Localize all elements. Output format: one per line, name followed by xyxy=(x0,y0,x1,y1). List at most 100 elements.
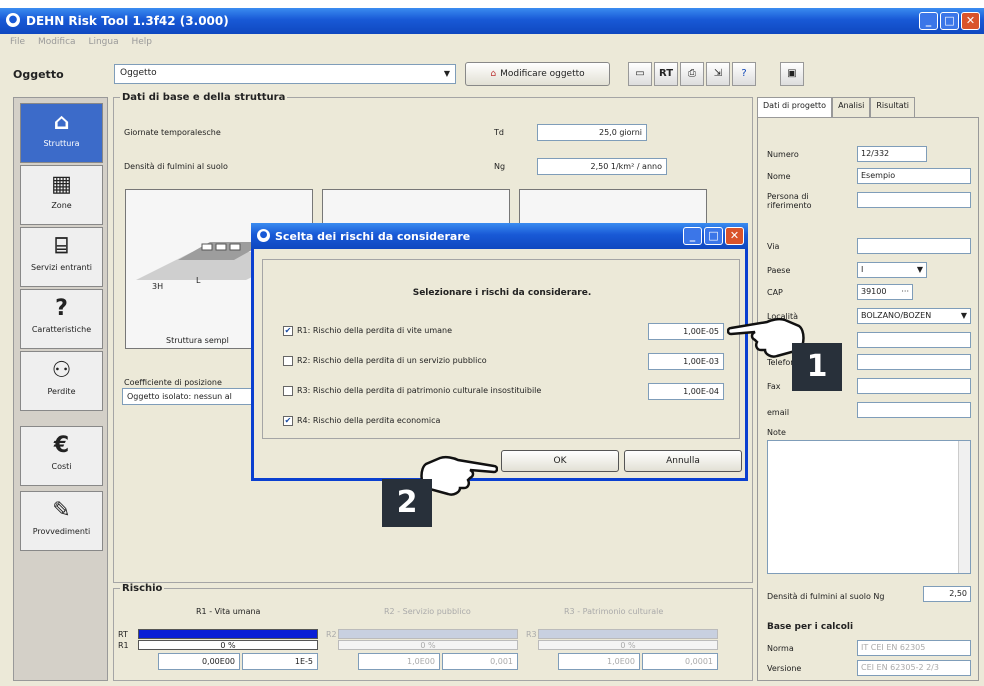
ok-button[interactable]: OK xyxy=(501,450,619,472)
tab-risultati[interactable]: Risultati xyxy=(870,97,915,117)
label-paese: Paese xyxy=(767,266,791,275)
field-persona[interactable] xyxy=(857,192,971,208)
localita-value: BOLZANO/BOZEN xyxy=(861,311,932,320)
close-icon[interactable]: ✕ xyxy=(725,227,744,245)
print-icon[interactable]: ⎙ xyxy=(680,62,704,86)
density-symbol: Ng xyxy=(494,162,506,171)
tab-analisi[interactable]: Analisi xyxy=(832,97,871,117)
sidebar-item-zone[interactable]: ▦ Zone xyxy=(20,165,103,225)
menu-help[interactable]: Help xyxy=(131,37,152,47)
r1-threshold[interactable]: 1,00E-05 xyxy=(648,323,724,340)
field-nome[interactable]: Esempio xyxy=(857,168,971,184)
field-versione[interactable]: CEI EN 62305-2 2/3 xyxy=(857,660,971,676)
field-density[interactable]: 2,50 xyxy=(923,586,971,602)
r1-label: R1: Rischio della perdita di vite umane xyxy=(297,326,453,335)
sidebar-item-costi[interactable]: € Costi xyxy=(20,426,103,486)
object-label: Oggetto xyxy=(13,68,64,81)
r1-checkbox[interactable]: ✔ xyxy=(283,326,293,336)
row-r1: R1 xyxy=(118,641,129,650)
menu-lingua[interactable]: Lingua xyxy=(88,37,118,47)
col-r1: R1 - Vita umana xyxy=(196,607,261,616)
r4-checkbox[interactable]: ✔ xyxy=(283,416,293,426)
field-fax[interactable] xyxy=(857,378,971,394)
r2-checkbox[interactable] xyxy=(283,356,293,366)
menu-file[interactable]: File xyxy=(10,37,25,47)
help-icon[interactable]: ? xyxy=(732,62,756,86)
label-fax: Fax xyxy=(767,382,781,391)
field-telefono[interactable] xyxy=(857,354,971,370)
r3-threshold[interactable]: 1,00E-04 xyxy=(648,383,724,400)
close-icon[interactable]: ✕ xyxy=(961,12,980,30)
r4-label: R4: Rischio della perdita economica xyxy=(297,416,441,425)
sidebar-item-caratteristiche[interactable]: ? Caratteristiche xyxy=(20,289,103,349)
structure-tool-icon[interactable]: ▭ xyxy=(628,62,652,86)
sidebar-item-label: Caratteristiche xyxy=(31,325,92,334)
label-note: Note xyxy=(767,428,786,437)
sidebar-item-struttura[interactable]: ⌂ Struttura xyxy=(20,103,103,163)
sidebar-item-servizi[interactable]: ⌸ Servizi entranti xyxy=(20,227,103,287)
note-scrollbar[interactable] xyxy=(958,441,970,573)
risk-row-r4[interactable]: ✔ R4: Rischio della perdita economica xyxy=(283,413,733,431)
minimize-icon[interactable]: _ xyxy=(683,227,702,245)
col-r3: R3 - Patrimonio culturale xyxy=(564,607,664,616)
risk-selection-dialog: ● Scelta dei rischi da considerare _ □ ✕… xyxy=(251,223,748,481)
cancel-button[interactable]: Annulla xyxy=(624,450,742,472)
position-label: Coefficiente di posizione xyxy=(124,378,222,387)
label-versione: Versione xyxy=(767,664,802,673)
row-rt: RT xyxy=(118,630,128,639)
cap-value: 39100 xyxy=(861,287,887,296)
r2-threshold[interactable]: 1,00E-03 xyxy=(648,353,724,370)
tab-dati-progetto[interactable]: Dati di progetto xyxy=(757,97,833,117)
field-norma[interactable]: IT CEI EN 62305 xyxy=(857,640,971,656)
object-combo[interactable]: Oggetto ▼ xyxy=(114,64,456,84)
risk-title: Rischio xyxy=(120,583,165,594)
sidebar-item-provvedimenti[interactable]: ✎ Provvedimenti xyxy=(20,491,103,551)
app-window: ● DEHN Risk Tool 1.3f42 (3.000) _ □ ✕ Fi… xyxy=(0,0,984,686)
density-field[interactable]: 2,50 1/km² / anno xyxy=(537,158,667,175)
position-field[interactable]: Oggetto isolato: nessun al xyxy=(122,388,262,405)
sidebar-item-perdite[interactable]: ⚇ Perdite xyxy=(20,351,103,411)
callout-badge-1: 1 xyxy=(792,343,842,391)
rt-bar xyxy=(138,629,318,639)
r3-bar xyxy=(538,629,718,639)
col-r2: R2 - Servizio pubblico xyxy=(384,607,471,616)
modify-object-button[interactable]: ⌂ Modificare oggetto xyxy=(465,62,610,86)
field-numero[interactable]: 12/332 xyxy=(857,146,927,162)
maximize-icon[interactable]: □ xyxy=(940,12,959,30)
risk-row-r2[interactable]: R2: Rischio della perdita di un servizio… xyxy=(283,353,733,371)
r1-limit: 1E-5 xyxy=(242,653,318,670)
r3-value: 1,0E00 xyxy=(558,653,640,670)
field-via[interactable] xyxy=(857,238,971,254)
project-data-panel: Numero 12/332 Nome Esempio Persona di ri… xyxy=(757,117,979,681)
risk-row-r1[interactable]: ✔ R1: Rischio della perdita di vite uman… xyxy=(283,323,733,341)
risk-row-r3[interactable]: R3: Rischio della perdita di patrimonio … xyxy=(283,383,733,401)
r3-checkbox[interactable] xyxy=(283,386,293,396)
field-localita[interactable]: BOLZANO/BOZEN ▼ xyxy=(857,308,971,324)
dialog-title: Scelta dei rischi da considerare xyxy=(275,230,471,243)
field-email[interactable] xyxy=(857,402,971,418)
label-norma: Norma xyxy=(767,644,794,653)
r2-label: R2: Rischio della perdita di un servizio… xyxy=(297,356,487,365)
note-textarea[interactable] xyxy=(767,440,971,574)
rt-button[interactable]: RT xyxy=(654,62,678,86)
services-icon: ⌸ xyxy=(54,234,69,259)
callout-badge-2: 2 xyxy=(382,479,432,527)
label-nome: Nome xyxy=(767,172,791,181)
base-title: Base per i calcoli xyxy=(767,622,854,632)
label-cap: CAP xyxy=(767,288,783,297)
thunder-days-field[interactable]: 25,0 giorni xyxy=(537,124,647,141)
app-icon: ● xyxy=(257,229,270,242)
risk-options-group: Selezionare i rischi da considerare. ✔ R… xyxy=(262,259,740,439)
menu-modifica[interactable]: Modifica xyxy=(38,37,76,47)
r3-label: R3: Rischio della perdita di patrimonio … xyxy=(297,386,542,395)
export-icon[interactable]: ⇲ xyxy=(706,62,730,86)
r2-percent: 0 % xyxy=(338,640,518,650)
field-paese[interactable]: I ▼ xyxy=(857,262,927,278)
r1-value: 0,00E00 xyxy=(158,653,240,670)
maximize-icon[interactable]: □ xyxy=(704,227,723,245)
people-icon: ⚇ xyxy=(51,358,72,383)
field-blank[interactable] xyxy=(857,332,971,348)
field-cap[interactable]: 39100 ··· xyxy=(857,284,913,300)
save-icon[interactable]: ▣ xyxy=(780,62,804,86)
minimize-icon[interactable]: _ xyxy=(919,12,938,30)
